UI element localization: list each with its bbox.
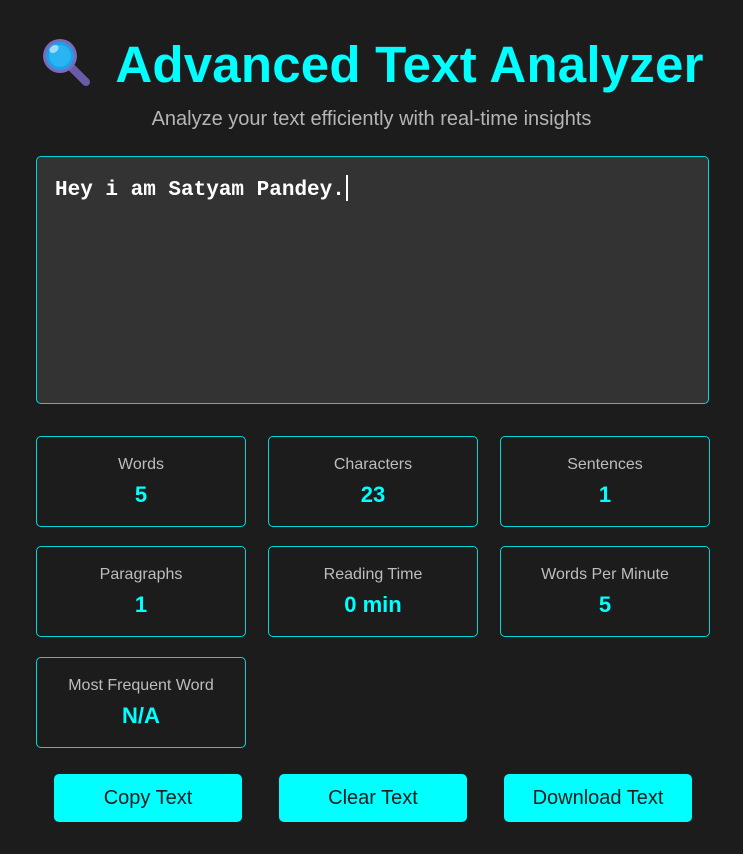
- stat-label: Most Frequent Word: [68, 677, 214, 694]
- clear-text-button[interactable]: Clear Text: [279, 774, 467, 822]
- stat-card-sentences: Sentences 1: [500, 436, 710, 527]
- stat-card-words: Words 5: [36, 436, 246, 527]
- text-input-value: Hey i am Satyam Pandey.: [55, 179, 345, 202]
- stat-label: Paragraphs: [99, 566, 183, 583]
- stat-card-most-frequent-word: Most Frequent Word N/A: [36, 657, 246, 748]
- stat-card-paragraphs: Paragraphs 1: [36, 546, 246, 637]
- stat-card-characters: Characters 23: [268, 436, 478, 527]
- stat-value: 1: [598, 482, 612, 507]
- text-analyzer-page: Advanced Text Analyzer Analyze your text…: [0, 0, 743, 854]
- page-subtitle: Analyze your text efficiently with real-…: [151, 108, 592, 130]
- copy-text-button[interactable]: Copy Text: [54, 774, 242, 822]
- stat-card-reading-time: Reading Time 0 min: [268, 546, 478, 637]
- page-header: Advanced Text Analyzer: [0, 32, 743, 96]
- stat-value: N/A: [122, 703, 160, 728]
- stat-label: Reading Time: [323, 566, 423, 583]
- stat-value: 5: [598, 592, 612, 617]
- stat-value: 0 min: [344, 592, 402, 617]
- stat-value: 1: [134, 592, 148, 617]
- stat-label: Sentences: [567, 456, 643, 473]
- stat-value: 23: [360, 482, 386, 507]
- stat-label: Words Per Minute: [541, 566, 669, 583]
- download-text-button[interactable]: Download Text: [504, 774, 692, 822]
- text-caret: [345, 175, 348, 201]
- magnifying-glass-icon: [43, 39, 91, 86]
- page-title: Advanced Text Analyzer: [115, 35, 704, 93]
- stat-label: Characters: [333, 456, 413, 473]
- stat-value: 5: [134, 482, 148, 507]
- stat-card-words-per-minute: Words Per Minute 5: [500, 546, 710, 637]
- text-input-area[interactable]: Hey i am Satyam Pandey.: [36, 156, 709, 404]
- stat-label: Words: [118, 456, 164, 473]
